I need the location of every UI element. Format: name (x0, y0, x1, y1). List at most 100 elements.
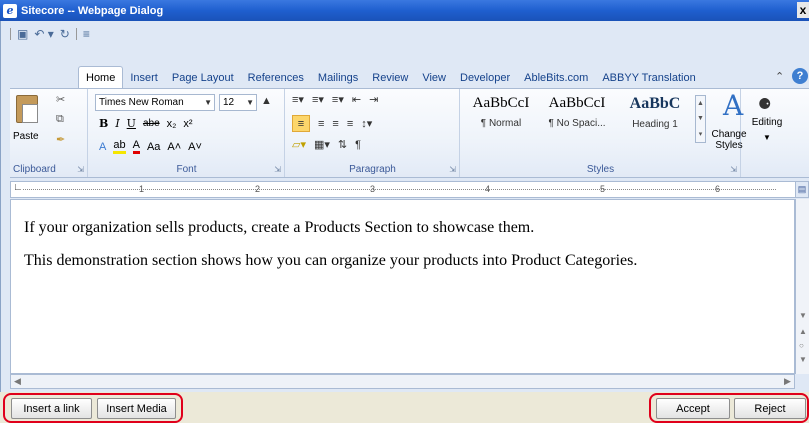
grow-font-button-icon[interactable]: A˄ (167, 141, 181, 153)
scroll-up-icon[interactable]: ▲ (697, 100, 704, 107)
vertical-scrollbar[interactable]: ▼ ▲ ○ ▼ (795, 199, 809, 374)
font-format-row: B I U abe x₂ x² (99, 117, 193, 130)
increase-indent-icon[interactable]: ⇥ (369, 93, 378, 106)
dialog-button-bar: Insert a link Insert Media Accept Reject (0, 392, 809, 423)
paragraph-launcher-icon[interactable]: ⇲ (449, 165, 456, 174)
tab-page-layout[interactable]: Page Layout (165, 68, 241, 88)
borders-icon[interactable]: ▦▾ (314, 138, 330, 151)
clipboard-group: Paste ✂ ⧉ ✒ Clipboard ⇲ (10, 89, 88, 177)
change-case-icon[interactable]: Aa (147, 141, 160, 153)
style-normal[interactable]: AaBbCcI ¶ Normal (465, 95, 537, 145)
editing-button[interactable]: Editing (744, 117, 790, 128)
scroll-right-icon[interactable]: ▶ (784, 376, 791, 387)
undo-icon[interactable]: ↶ ▾ (34, 27, 53, 41)
ie-icon: e (3, 3, 17, 18)
cut-icon[interactable]: ✂ (56, 93, 65, 106)
tab-view[interactable]: View (415, 68, 453, 88)
qat-separator (10, 28, 11, 40)
chevron-down-icon: ▼ (763, 133, 771, 142)
paste-icon[interactable] (16, 95, 38, 123)
line-spacing-icon[interactable]: ↕▾ (361, 117, 372, 130)
view-ruler-icon[interactable]: ▤ (795, 181, 809, 198)
font-size-value: 12 (223, 97, 235, 108)
styles-launcher-icon[interactable]: ⇲ (730, 165, 737, 174)
subscript-icon[interactable]: x₂ (167, 118, 177, 130)
document-paragraph: If your organization sells products, cre… (24, 219, 535, 236)
style-sample: AaBbCcI (548, 95, 606, 111)
grow-font-icon[interactable]: ▲ (261, 95, 272, 107)
text-effects-icon[interactable]: A (99, 141, 106, 153)
multilevel-list-icon[interactable]: ≡▾ (332, 93, 344, 106)
tab-home[interactable]: Home (78, 66, 124, 88)
style-heading-1[interactable]: AaBbC Heading 1 (617, 95, 693, 145)
select-browse-object-icon[interactable]: ○ (799, 341, 804, 350)
tab-ablebits[interactable]: AbleBits.com (517, 68, 595, 88)
shrink-font-icon[interactable]: A˅ (188, 141, 202, 153)
next-page-icon[interactable]: ▼ (799, 355, 807, 364)
redo-icon[interactable]: ↻ (60, 27, 70, 41)
strikethrough-icon[interactable]: abe (143, 118, 160, 129)
chevron-down-icon: ▼ (204, 98, 212, 107)
show-formatting-icon[interactable]: ¶ (355, 139, 361, 151)
tab-developer[interactable]: Developer (453, 68, 517, 88)
font-name-select[interactable]: Times New Roman ▼ (95, 94, 215, 111)
underline-icon[interactable]: U (127, 117, 136, 130)
tab-review[interactable]: Review (365, 68, 415, 88)
save-icon[interactable]: ▣ (17, 27, 28, 41)
font-color-icon[interactable]: A (132, 139, 140, 154)
tab-selector-icon[interactable]: ∟ (13, 182, 23, 193)
close-icon[interactable]: x (797, 2, 809, 18)
tab-insert[interactable]: Insert (123, 68, 165, 88)
ruler-number: 2 (255, 184, 261, 194)
document-paragraph: This demonstration section shows how you… (24, 252, 638, 269)
justify-icon[interactable]: ≡ (347, 118, 353, 130)
quick-access-toolbar: ▣ ↶ ▾ ↻ ≡ (10, 25, 90, 43)
tab-references[interactable]: References (241, 68, 311, 88)
italic-icon[interactable]: I (115, 117, 119, 130)
change-styles-icon[interactable]: A (723, 89, 743, 122)
tab-abbyy-translation[interactable]: ABBYY Translation (595, 68, 702, 88)
shading-icon[interactable]: ▱▾ (292, 138, 306, 151)
font-size-select[interactable]: 12 ▼ (219, 94, 257, 111)
font-group: Times New Roman ▼ 12 ▼ ▲ B I U abe x₂ x²… (89, 89, 285, 177)
numbering-icon[interactable]: ≡▾ (312, 93, 324, 106)
tab-mailings[interactable]: Mailings (311, 68, 365, 88)
align-left-icon[interactable]: ≡ (292, 115, 310, 132)
styles-group: AaBbCcI ¶ Normal AaBbCcI ¶ No Spaci... A… (461, 89, 747, 177)
horizontal-ruler[interactable]: ∟ 1 2 3 4 5 6 (10, 181, 797, 198)
list-row: ≡▾ ≡▾ ≡▾ ⇤ ⇥ (292, 93, 378, 106)
scroll-left-icon[interactable]: ◀ (14, 376, 21, 387)
styles-gallery-scroll[interactable]: ▲ ▼ ▾ (695, 95, 706, 143)
style-no-spacing[interactable]: AaBbCcI ¶ No Spaci... (539, 95, 615, 145)
superscript-icon[interactable]: x² (183, 118, 192, 130)
paste-button-label[interactable]: Paste (13, 131, 39, 142)
more-styles-icon[interactable]: ▾ (699, 130, 703, 138)
align-right-icon[interactable]: ≡ (332, 118, 338, 130)
previous-page-icon[interactable]: ▲ (799, 327, 807, 336)
clipboard-launcher-icon[interactable]: ⇲ (77, 165, 84, 174)
document-editor[interactable]: If your organization sells products, cre… (10, 199, 795, 374)
scroll-down-icon[interactable]: ▼ (697, 115, 704, 122)
window-title: Sitecore -- Webpage Dialog (21, 4, 164, 17)
minimize-ribbon-icon[interactable]: ⌃ (775, 70, 784, 83)
highlight-outline-right (649, 393, 809, 423)
help-icon[interactable]: ? (792, 68, 808, 84)
decrease-indent-icon[interactable]: ⇤ (352, 93, 361, 106)
highlight-icon[interactable]: ab (113, 139, 126, 154)
ruler-number: 1 (139, 184, 145, 194)
horizontal-scrollbar[interactable]: ◀ ▶ (10, 374, 795, 389)
ruler-number: 4 (485, 184, 491, 194)
qat-separator (75, 28, 77, 40)
bullets-icon[interactable]: ≡▾ (292, 93, 304, 106)
binoculars-icon[interactable]: ⚈ (758, 95, 771, 113)
align-center-icon[interactable]: ≡ (318, 118, 324, 130)
sort-icon[interactable]: ⇅ (338, 138, 347, 151)
font-launcher-icon[interactable]: ⇲ (274, 165, 281, 174)
customize-qat-icon[interactable]: ≡ (83, 27, 90, 41)
style-name: ¶ Normal (480, 118, 522, 129)
ruler-number: 5 (600, 184, 606, 194)
bold-icon[interactable]: B (99, 117, 108, 130)
copy-icon[interactable]: ⧉ (56, 113, 64, 126)
scroll-down-icon[interactable]: ▼ (799, 311, 807, 320)
format-painter-icon[interactable]: ✒ (56, 133, 65, 146)
